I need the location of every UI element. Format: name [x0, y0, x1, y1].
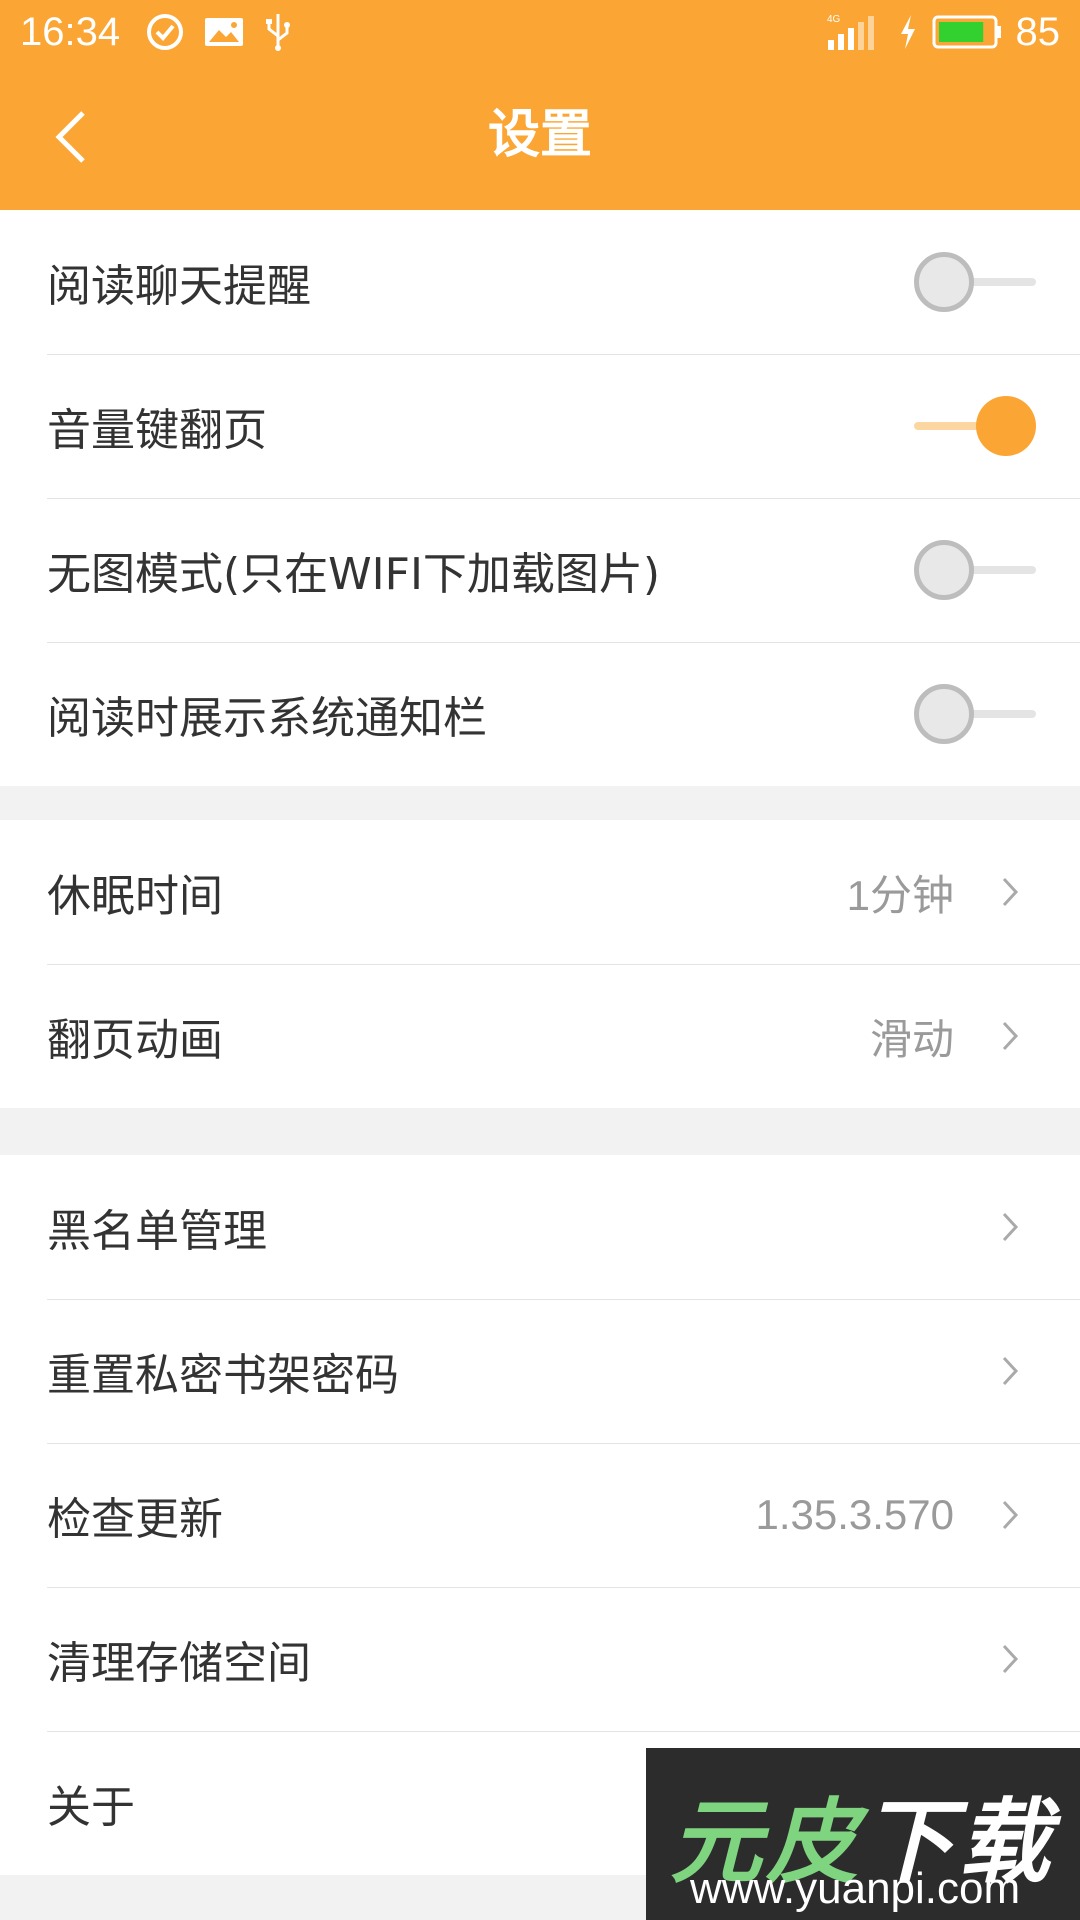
setting-row-chat-reminder[interactable]: 阅读聊天提醒: [0, 210, 1080, 354]
chevron-right-icon: [1002, 1644, 1019, 1674]
setting-label: 阅读时展示系统通知栏: [47, 693, 487, 744]
chevron-right-icon: [1002, 1356, 1019, 1386]
usb-icon: [266, 14, 290, 51]
chat-reminder-toggle[interactable]: [914, 252, 1036, 312]
settings-section-reading: 阅读聊天提醒 音量键翻页 无图模式(只在WIFI下加载图片) 阅读时展示系统通知…: [0, 210, 1080, 786]
setting-label: 关于: [47, 1782, 135, 1833]
setting-row-reset-private-shelf-password[interactable]: 重置私密书架密码: [0, 1299, 1080, 1443]
chevron-right-icon: [1002, 1021, 1019, 1051]
setting-label: 音量键翻页: [47, 405, 267, 456]
setting-value: 滑动: [869, 1015, 954, 1063]
chevron-right-icon: [1002, 1500, 1019, 1530]
setting-label: 检查更新: [47, 1494, 223, 1545]
toggle-knob: [914, 540, 974, 600]
setting-row-no-image-mode[interactable]: 无图模式(只在WIFI下加载图片): [0, 498, 1080, 642]
setting-label: 翻页动画: [47, 1015, 223, 1066]
toggle-knob: [914, 684, 974, 744]
setting-label: 阅读聊天提醒: [47, 261, 311, 312]
settings-section-display: 休眠时间 1分钟 翻页动画 滑动: [0, 820, 1080, 1108]
setting-label: 无图模式(只在WIFI下加载图片): [47, 549, 661, 600]
check-circle-icon: [147, 14, 183, 50]
toggle-knob: [976, 396, 1036, 456]
toggle-knob: [914, 252, 974, 312]
page-title: 设置: [487, 105, 592, 165]
charging-icon: [900, 15, 915, 49]
app-toolbar: 设置: [0, 64, 1080, 210]
setting-value: 1分钟: [846, 871, 954, 919]
setting-row-volume-key-page-turn[interactable]: 音量键翻页: [0, 354, 1080, 498]
chevron-right-icon: [1002, 877, 1019, 907]
show-notification-bar-toggle[interactable]: [914, 684, 1036, 744]
setting-label: 休眠时间: [47, 871, 223, 922]
status-time: 16:34: [20, 10, 121, 54]
no-image-mode-toggle[interactable]: [914, 540, 1036, 600]
watermark-logo: 元皮下载 www.yuanpi.com: [646, 1748, 1080, 1920]
setting-row-sleep-time[interactable]: 休眠时间 1分钟: [0, 820, 1080, 964]
setting-row-show-notification-bar[interactable]: 阅读时展示系统通知栏: [0, 642, 1080, 786]
setting-row-blacklist[interactable]: 黑名单管理: [0, 1155, 1080, 1299]
setting-row-page-animation[interactable]: 翻页动画 滑动: [0, 964, 1080, 1108]
version-value: 1.35.3.570: [755, 1491, 954, 1538]
watermark-url: www.yuanpi.com: [690, 1864, 1021, 1913]
network-type-label: 4G: [827, 14, 841, 25]
status-bar: 16:34 4G 85: [0, 0, 1080, 64]
setting-label: 重置私密书架密码: [47, 1350, 399, 1401]
chevron-right-icon: [1002, 1212, 1019, 1242]
battery-percent: 85: [1015, 10, 1061, 54]
battery-icon: [932, 15, 1001, 49]
signal-icon: 4G: [827, 14, 874, 50]
setting-row-check-update[interactable]: 检查更新 1.35.3.570: [0, 1443, 1080, 1587]
setting-label: 黑名单管理: [47, 1206, 267, 1257]
setting-label: 清理存储空间: [47, 1638, 311, 1689]
setting-row-clear-storage[interactable]: 清理存储空间: [0, 1587, 1080, 1731]
volume-key-page-turn-toggle[interactable]: [914, 396, 1036, 456]
image-icon: [205, 18, 243, 46]
